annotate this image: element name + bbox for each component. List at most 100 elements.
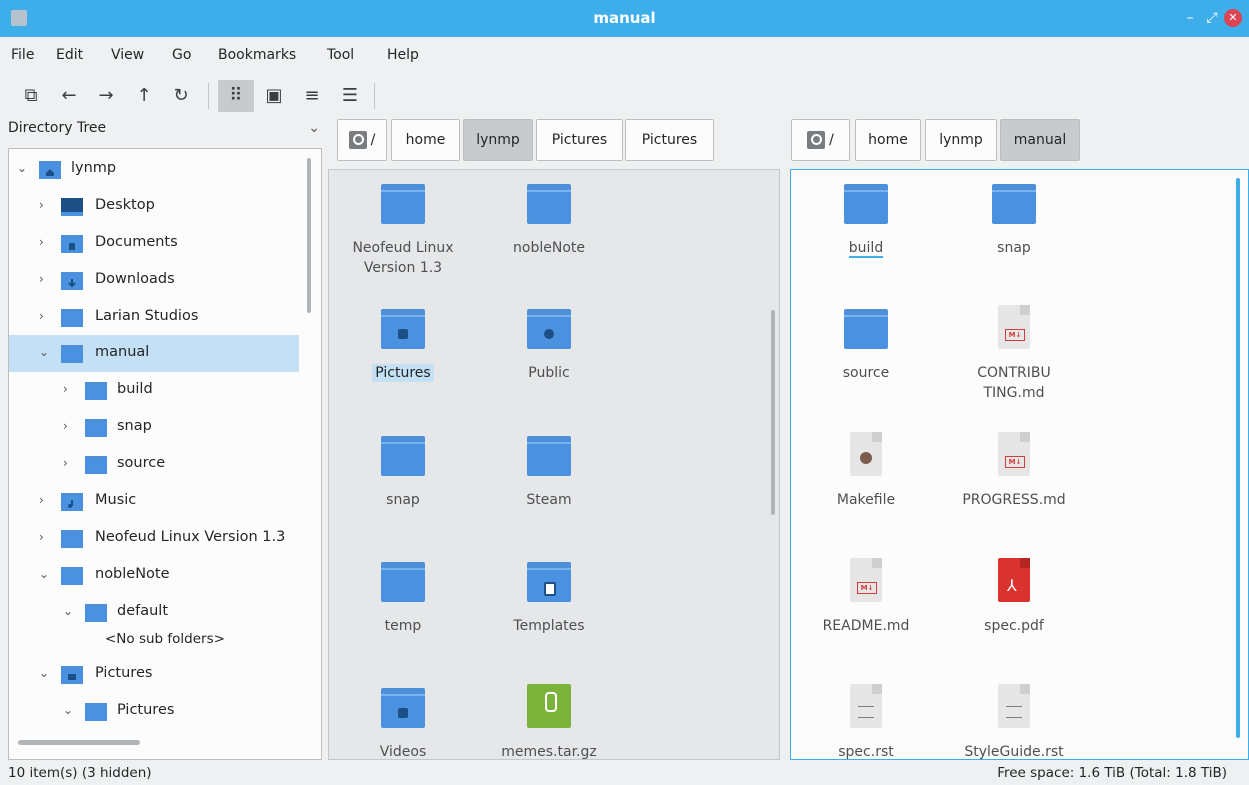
toolbar-separator <box>208 83 209 109</box>
detailed-list-view-icon[interactable]: ☰ <box>336 80 364 112</box>
file-item[interactable]: spec.rst <box>796 684 936 759</box>
left-pane-scrollbar[interactable] <box>771 310 775 515</box>
file-item[interactable]: M↓ PROGRESS.md <box>944 432 1084 510</box>
menu-tool[interactable]: Tool <box>327 47 354 63</box>
folder-icon <box>61 309 83 327</box>
file-name: source <box>842 365 890 381</box>
compact-view-icon[interactable]: ≡ <box>298 80 326 112</box>
chevron-right-icon[interactable]: › <box>39 530 53 544</box>
tree-item-snap[interactable]: › snap <box>9 409 299 446</box>
file-item[interactable]: temp <box>333 558 473 636</box>
right-file-pane[interactable]: build snap source M↓ CONTRIBUTING.md Mak… <box>790 169 1249 760</box>
file-item[interactable]: memes.tar.gz <box>479 684 619 759</box>
file-name: README.md <box>822 618 910 634</box>
file-name: Pictures <box>372 364 434 382</box>
window-title: manual <box>593 9 656 27</box>
chevron-right-icon[interactable]: › <box>39 493 53 507</box>
chevron-down-icon[interactable]: ⌄ <box>17 161 31 175</box>
up-arrow-icon[interactable]: ↑ <box>130 80 158 112</box>
menu-help[interactable]: Help <box>387 47 419 63</box>
folder-icon <box>381 184 425 224</box>
left-crumb-pictures-sub[interactable]: Pictures <box>625 119 714 161</box>
left-crumb-root[interactable]: / <box>337 119 387 161</box>
file-item[interactable]: nobleNote <box>479 180 619 258</box>
tree-item-documents[interactable]: › Documents <box>9 225 299 262</box>
minimize-button[interactable]: – <box>1181 9 1199 27</box>
directory-tree-title: Directory Tree <box>8 120 107 136</box>
tree-item-pictures-sub[interactable]: ⌄ Pictures <box>9 693 299 730</box>
right-crumb-lynmp[interactable]: lynmp <box>925 119 997 161</box>
file-item[interactable]: Pictures <box>333 305 473 383</box>
tree-item-label: Desktop <box>95 197 155 213</box>
chevron-down-icon[interactable]: ⌄ <box>63 703 77 717</box>
close-button[interactable]: ✕ <box>1224 9 1242 27</box>
file-item[interactable]: M↓ README.md <box>796 558 936 636</box>
left-crumb-pictures[interactable]: Pictures <box>536 119 623 161</box>
menu-edit[interactable]: Edit <box>56 47 83 63</box>
tree-horizontal-scrollbar[interactable] <box>18 740 140 745</box>
tree-item-downloads[interactable]: › Downloads <box>9 262 299 299</box>
chevron-down-icon[interactable]: ⌄ <box>39 345 53 359</box>
chevron-down-icon[interactable]: ⌄ <box>39 567 53 581</box>
file-item[interactable]: build <box>796 180 936 258</box>
thumbnail-view-icon[interactable]: ▣ <box>260 80 288 112</box>
right-crumb-manual[interactable]: manual <box>1000 119 1080 161</box>
back-arrow-icon[interactable]: ← <box>55 80 83 112</box>
left-file-pane[interactable]: Neofeud Linux Version 1.3 nobleNote Pict… <box>328 169 780 760</box>
file-name: Makefile <box>836 492 896 508</box>
tree-item-neofeud[interactable]: › Neofeud Linux Version 1.3 <box>9 520 299 557</box>
right-pane-scrollbar[interactable] <box>1236 178 1240 738</box>
menu-view[interactable]: View <box>111 47 144 63</box>
restore-button[interactable]: ⤢ <box>1203 9 1221 27</box>
file-item[interactable]: Public <box>479 305 619 383</box>
tree-item-noblenote[interactable]: ⌄ nobleNote <box>9 557 299 594</box>
tree-item-music[interactable]: › Music <box>9 483 299 520</box>
file-item[interactable]: Neofeud Linux Version 1.3 <box>333 180 473 278</box>
tree-item-build[interactable]: › build <box>9 372 299 409</box>
home-folder-icon <box>39 161 61 179</box>
reload-icon[interactable]: ↻ <box>167 80 195 112</box>
forward-arrow-icon[interactable]: → <box>92 80 120 112</box>
chevron-right-icon[interactable]: › <box>63 456 77 470</box>
file-item[interactable]: Templates <box>479 558 619 636</box>
file-name: nobleNote <box>513 240 585 256</box>
file-name: Public <box>528 365 570 381</box>
tree-item-larian-studios[interactable]: › Larian Studios <box>9 299 299 336</box>
menu-go[interactable]: Go <box>172 47 191 63</box>
menu-bookmarks[interactable]: Bookmarks <box>218 47 296 63</box>
tree-item-source[interactable]: › source <box>9 446 299 483</box>
file-item[interactable]: M↓ CONTRIBUTING.md <box>944 305 1084 403</box>
file-item[interactable]: Steam <box>479 432 619 510</box>
icon-view-icon[interactable]: ⠿ <box>218 80 254 112</box>
chevron-right-icon[interactable]: › <box>63 419 77 433</box>
left-crumb-lynmp[interactable]: lynmp <box>463 119 533 161</box>
right-crumb-root[interactable]: / <box>791 119 850 161</box>
chevron-down-icon[interactable]: ⌄ <box>63 604 77 618</box>
right-crumb-home[interactable]: home <box>855 119 921 161</box>
chevron-right-icon[interactable]: › <box>39 198 53 212</box>
menu-file[interactable]: File <box>11 47 34 63</box>
chevron-right-icon[interactable]: › <box>39 235 53 249</box>
left-crumb-home[interactable]: home <box>391 119 460 161</box>
file-item[interactable]: snap <box>333 432 473 510</box>
folder-icon <box>85 456 107 474</box>
file-item[interactable]: StyleGuide.rst <box>944 684 1084 759</box>
title-bar: manual – ⤢ ✕ <box>0 0 1249 37</box>
file-item[interactable]: ⅄ spec.pdf <box>944 558 1084 636</box>
chevron-down-icon: ⌄ <box>308 120 320 136</box>
file-item[interactable]: snap <box>944 180 1084 258</box>
tree-vertical-scrollbar[interactable] <box>307 158 311 313</box>
directory-tree-selector[interactable]: Directory Tree ⌄ <box>8 120 320 140</box>
tree-item-manual[interactable]: ⌄ manual <box>9 335 299 372</box>
new-tab-icon[interactable]: ⧉ <box>17 80 45 112</box>
file-item[interactable]: Makefile <box>796 432 936 510</box>
chevron-right-icon[interactable]: › <box>39 272 53 286</box>
chevron-right-icon[interactable]: › <box>39 309 53 323</box>
tree-item-pictures[interactable]: ⌄ Pictures <box>9 656 299 693</box>
chevron-right-icon[interactable]: › <box>63 382 77 396</box>
tree-item-lynmp[interactable]: ⌄ lynmp <box>9 151 299 188</box>
chevron-down-icon[interactable]: ⌄ <box>39 666 53 680</box>
tree-item-desktop[interactable]: › Desktop <box>9 188 299 225</box>
file-item[interactable]: Videos <box>333 684 473 759</box>
file-item[interactable]: source <box>796 305 936 383</box>
